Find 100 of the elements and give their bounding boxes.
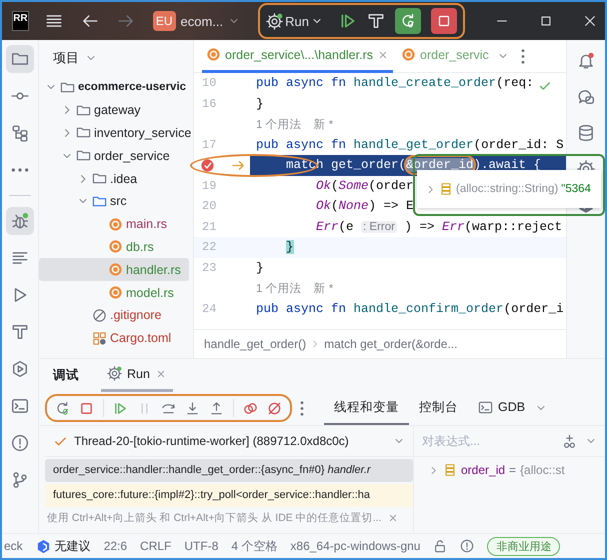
- tree-item[interactable]: gateway: [39, 98, 189, 122]
- tool-button[interactable]: [6, 207, 34, 235]
- resume-icon[interactable]: [339, 12, 357, 30]
- step-out-icon[interactable]: [209, 400, 224, 416]
- status-item[interactable]: 4 个空格: [231, 538, 278, 554]
- tree-item[interactable]: inventory_service: [39, 122, 189, 144]
- status-item: eck: [3, 539, 23, 553]
- line-number: 24: [201, 302, 218, 316]
- run-config-label: Run: [285, 14, 309, 28]
- tree-item[interactable]: order_service: [39, 144, 189, 168]
- rust-file-icon: [401, 47, 416, 62]
- panel-tab[interactable]: Run: [101, 358, 173, 392]
- rust-file-icon: [108, 262, 123, 278]
- usage-hint[interactable]: 新 *: [314, 280, 334, 296]
- hammer-icon: [11, 323, 29, 341]
- code-line: pub async fn handle_create_order(req:: [255, 75, 534, 92]
- breakpoints-icon[interactable]: [243, 400, 258, 416]
- maximize-icon[interactable]: [539, 14, 553, 28]
- folder-icon: [76, 102, 91, 118]
- status-item[interactable]: CRLF: [140, 539, 172, 553]
- line-number: 16: [201, 96, 218, 111]
- step-into-icon[interactable]: [185, 400, 200, 416]
- more-icon: [11, 168, 29, 172]
- more-icon[interactable]: [520, 48, 525, 64]
- status-item[interactable]: 22:6: [104, 539, 128, 553]
- folder-icon: [92, 171, 107, 186]
- tree-item[interactable]: main.rs: [39, 212, 189, 236]
- tree-item[interactable]: handler.rs: [39, 258, 189, 282]
- code-line: }: [255, 96, 264, 113]
- warning-icon[interactable]: [460, 539, 474, 553]
- terminal-icon: [11, 397, 29, 415]
- code-line: }: [255, 260, 264, 277]
- equals-sign: =: [509, 463, 516, 477]
- view-tab[interactable]: 控制台: [409, 391, 468, 425]
- status-item[interactable]: UTF-8: [184, 539, 218, 553]
- project-name[interactable]: ecom...: [180, 14, 224, 28]
- debug-button[interactable]: [395, 8, 421, 34]
- assistant-status[interactable]: 无建议: [36, 538, 91, 554]
- tree-item[interactable]: .gitignore: [39, 304, 189, 327]
- tool-button[interactable]: [6, 45, 34, 73]
- problems-icon: [11, 434, 29, 452]
- ignore-file-icon: [92, 308, 107, 323]
- usage-hint[interactable]: 1 个用法: [256, 280, 302, 296]
- tree-item[interactable]: db.rs: [39, 236, 189, 258]
- status-item[interactable]: x86_64-pc-windows-gnu: [290, 539, 420, 553]
- stack-frame[interactable]: order_service::handler::handle_get_order::{async_fn#0} handler.r: [45, 459, 413, 482]
- terminal-icon: [478, 400, 493, 414]
- panel-title: 调试: [53, 366, 79, 384]
- hexagon-play-icon: [11, 360, 29, 378]
- grid-file-icon: [92, 330, 107, 346]
- rust-file-icon: [206, 47, 221, 62]
- app-logo: RR: [12, 11, 29, 31]
- value-text: "5364: [561, 183, 591, 195]
- object-icon: [443, 463, 457, 477]
- database-icon[interactable]: [577, 124, 595, 142]
- mute-breakpoints-icon[interactable]: [267, 400, 282, 416]
- code-line: pub async fn handle_get_order(order_id: S: [255, 136, 564, 154]
- square-icon: [436, 13, 452, 29]
- lock-icon[interactable]: [433, 539, 448, 553]
- object-icon: [439, 182, 453, 196]
- chat-bubbles-icon[interactable]: [577, 88, 595, 106]
- breadcrumb[interactable]: match get_order(&orde...: [324, 337, 458, 351]
- editor-tab[interactable]: order_servic: [397, 40, 493, 72]
- line-number: 23: [201, 260, 218, 275]
- rust-file-icon: [108, 285, 123, 300]
- add-watch-icon[interactable]: [562, 434, 577, 448]
- stop-button[interactable]: [431, 8, 457, 34]
- tree-item[interactable]: model.rs: [39, 281, 189, 304]
- stop-icon[interactable]: [79, 400, 94, 416]
- project-badge: EU: [152, 11, 176, 31]
- more-icon[interactable]: [300, 400, 304, 416]
- folder-icon: [76, 148, 91, 164]
- breadcrumb[interactable]: handle_get_order(): [204, 337, 306, 351]
- tip-text: 使用 Ctrl+Alt+向上箭头 和 Ctrl+Alt+向下箭头 从 IDE 中的任意位置切...: [47, 511, 382, 525]
- panel-title: 项目: [53, 49, 79, 67]
- hammer-icon[interactable]: [367, 12, 385, 30]
- line-number: 22: [201, 240, 218, 254]
- stack-frame[interactable]: futures_core::future::{impl#2}::try_poll<order_service::handler::ha: [45, 484, 413, 507]
- run-config-selector[interactable]: Run: [266, 12, 323, 30]
- expression-field[interactable]: 对表达式...: [422, 434, 554, 448]
- debug-icon: [11, 212, 29, 230]
- thread-selector[interactable]: Thread-20-[tokio-runtime-worker] (889712.0xd8c0c): [45, 426, 413, 457]
- rerun-bug-icon: [400, 13, 416, 29]
- tree-item[interactable]: src: [39, 190, 189, 213]
- tree-item[interactable]: ecommerce-uservic: [39, 76, 189, 99]
- bell-icon[interactable]: [577, 52, 595, 70]
- rerun-icon[interactable]: [55, 400, 70, 416]
- code-line: Ok(None) => E: [315, 198, 414, 216]
- tree-item[interactable]: Cargo.toml: [39, 326, 189, 350]
- tree-item[interactable]: .idea: [39, 167, 189, 190]
- license-badge[interactable]: 非商业用途: [487, 536, 560, 556]
- breakpoint-icon[interactable]: [200, 158, 215, 173]
- usage-hint[interactable]: 1 个用法: [256, 116, 302, 132]
- editor-tab[interactable]: order_service\...\handler.rs: [202, 40, 393, 72]
- folder-icon: [76, 125, 91, 140]
- gear-icon: [266, 12, 284, 30]
- view-tab[interactable]: 线程和变量: [324, 391, 409, 425]
- view-tab[interactable]: GDB: [468, 391, 536, 425]
- usage-hint[interactable]: 新 *: [314, 116, 334, 132]
- close-icon[interactable]: [583, 14, 597, 28]
